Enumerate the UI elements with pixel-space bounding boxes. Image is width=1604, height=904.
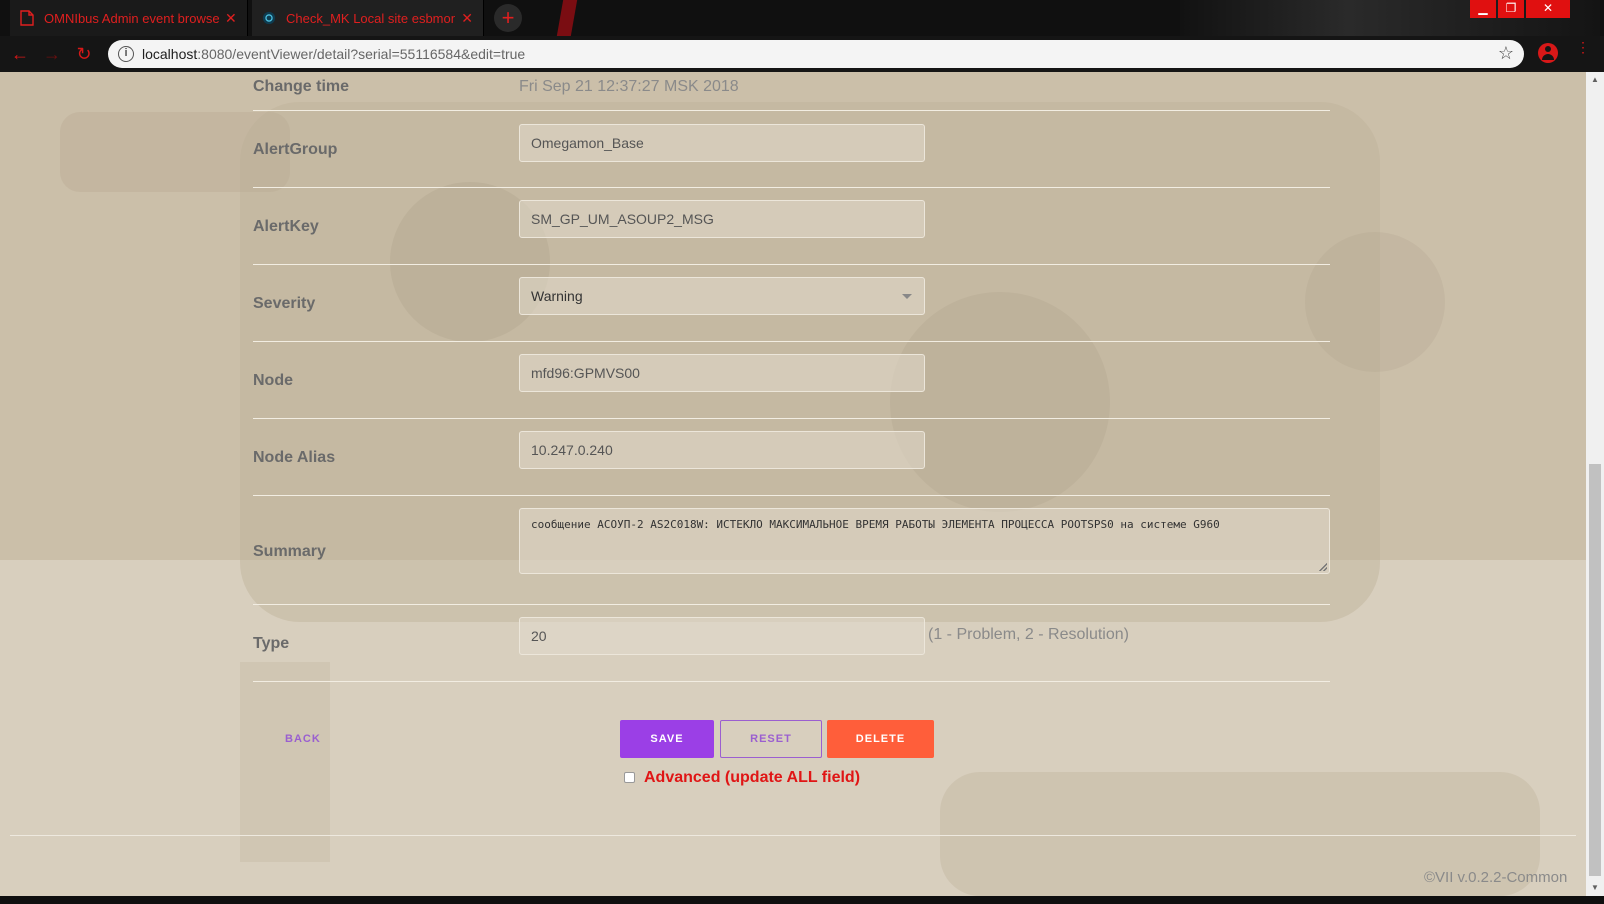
advanced-checkbox[interactable]	[624, 772, 635, 783]
tab-title: OMNIbus Admin event browser	[44, 10, 219, 26]
node-label: Node	[253, 372, 293, 389]
close-icon[interactable]: ✕	[461, 10, 473, 27]
close-icon[interactable]: ✕	[225, 10, 237, 27]
type-label: Type	[253, 635, 290, 652]
change-time-value: Fri Sep 21 12:37:27 MSK 2018	[519, 78, 739, 95]
window-close-button[interactable]: ✕	[1526, 0, 1570, 18]
chevron-down-icon	[902, 294, 912, 299]
row-type: Type 20 (1 - Problem, 2 - Resolution)	[253, 605, 1330, 682]
row-alert-group: AlertGroup Omegamon_Base	[253, 111, 1330, 188]
node-input[interactable]: mfd96:GPMVS00	[519, 354, 925, 392]
browser-toolbar: ← → ↻ i localhost:8080/eventViewer/detai…	[0, 36, 1604, 72]
summary-text: сообщение АСОУП-2 AS2C018W: ИСТЕКЛО МАКС…	[531, 518, 1220, 531]
tab-title: Check_MK Local site esbmon	[286, 10, 456, 26]
restore-button[interactable]: ❐	[1498, 0, 1524, 18]
alert-key-input[interactable]: SM_GP_UM_ASOUP2_MSG	[519, 200, 925, 238]
tab-strip: OMNIbus Admin event browser ✕ Check_MK L…	[0, 0, 1604, 36]
account-icon[interactable]	[1538, 43, 1558, 63]
document-icon	[20, 10, 34, 26]
type-hint: (1 - Problem, 2 - Resolution)	[928, 626, 1129, 643]
back-button[interactable]: BACK	[285, 733, 321, 745]
alert-group-input[interactable]: Omegamon_Base	[519, 124, 925, 162]
page-scrollbar[interactable]: ▲ ▼	[1586, 72, 1604, 896]
severity-selected-value: Warning	[531, 288, 583, 304]
scroll-down-icon[interactable]: ▼	[1586, 880, 1604, 896]
background-decoration	[555, 0, 579, 36]
reset-button[interactable]: RESET	[720, 720, 822, 758]
node-alias-label: Node Alias	[253, 449, 336, 466]
row-node: Node mfd96:GPMVS00	[253, 342, 1330, 419]
advanced-label: Advanced (update ALL field)	[644, 769, 861, 786]
address-bar[interactable]: i localhost:8080/eventViewer/detail?seri…	[108, 40, 1524, 68]
event-detail-page: Change time Fri Sep 21 12:37:27 MSK 2018…	[0, 72, 1586, 896]
row-severity: Severity Warning	[253, 265, 1330, 342]
severity-label: Severity	[253, 295, 316, 312]
tab-checkmk[interactable]: Check_MK Local site esbmon ✕	[252, 0, 484, 36]
scrollbar-thumb[interactable]	[1589, 464, 1601, 876]
url-text: localhost:8080/eventViewer/detail?serial…	[142, 46, 526, 62]
change-time-label: Change time	[253, 78, 350, 95]
bookmark-star-icon[interactable]: ☆	[1498, 43, 1514, 64]
back-arrow-icon[interactable]: ←	[8, 42, 32, 66]
new-tab-button[interactable]: +	[494, 4, 522, 32]
summary-label: Summary	[253, 543, 326, 560]
row-change-time: Change time Fri Sep 21 12:37:27 MSK 2018	[253, 72, 1330, 111]
checkmk-logo-icon	[262, 11, 276, 25]
node-alias-input[interactable]: 10.247.0.240	[519, 431, 925, 469]
menu-dots-icon[interactable]: ⋮	[1576, 40, 1590, 54]
row-summary: Summary сообщение АСОУП-2 AS2C018W: ИСТЕ…	[253, 496, 1330, 605]
reload-icon[interactable]: ↻	[72, 42, 96, 66]
type-input[interactable]: 20	[519, 617, 925, 655]
alert-key-label: AlertKey	[253, 218, 319, 235]
scroll-up-icon[interactable]: ▲	[1586, 72, 1604, 88]
minimize-button[interactable]: ▁	[1470, 0, 1496, 18]
tab-omnibus[interactable]: OMNIbus Admin event browser ✕	[10, 0, 248, 36]
delete-button[interactable]: DELETE	[827, 720, 934, 758]
window-controls: ▁ ❐ ✕	[1468, 0, 1570, 18]
resize-handle-icon[interactable]	[1319, 563, 1327, 571]
alert-group-label: AlertGroup	[253, 141, 338, 158]
summary-textarea[interactable]: сообщение АСОУП-2 AS2C018W: ИСТЕКЛО МАКС…	[519, 508, 1330, 574]
version-text: ©VII v.0.2.2-Common	[1424, 869, 1568, 886]
info-icon[interactable]: i	[118, 46, 134, 62]
severity-select[interactable]: Warning	[519, 277, 925, 315]
footer-divider	[10, 835, 1576, 836]
row-alert-key: AlertKey SM_GP_UM_ASOUP2_MSG	[253, 188, 1330, 265]
row-node-alias: Node Alias 10.247.0.240	[253, 419, 1330, 496]
save-button[interactable]: SAVE	[620, 720, 714, 758]
forward-arrow-icon[interactable]: →	[40, 42, 64, 66]
